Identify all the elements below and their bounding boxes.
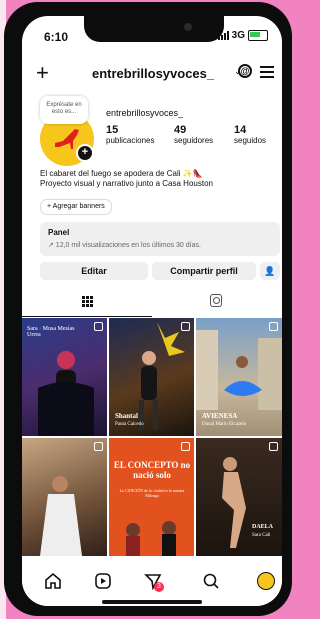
dashboard-panel[interactable]: Panel ↗ 12,0 mil visualizaciones en los …: [40, 222, 280, 256]
reels-icon[interactable]: [94, 572, 112, 590]
carousel-icon: [269, 442, 278, 451]
add-banners-button[interactable]: + Agregar banners: [40, 199, 112, 215]
share-profile-button[interactable]: Compartir perfil: [152, 262, 256, 280]
post-subcaption: Pauta Caicedo: [115, 422, 144, 427]
tab-posts-grid[interactable]: [22, 288, 152, 317]
stat-posts[interactable]: 15 publicaciones: [106, 124, 154, 145]
home-icon[interactable]: [44, 572, 62, 590]
post-image: [40, 476, 82, 556]
grid-icon: [82, 296, 93, 307]
post-thumbnail[interactable]: DAELA Sara Cali: [196, 438, 282, 556]
post-thumbnail[interactable]: EL CONCEPTO no nació solo La CANCIÓN de …: [109, 438, 194, 556]
carousel-icon: [181, 322, 190, 331]
carousel-icon: [181, 442, 190, 451]
home-indicator: [102, 600, 202, 604]
post-image: [222, 457, 246, 548]
camera-icon: [184, 23, 192, 31]
create-post-icon[interactable]: +: [36, 62, 49, 84]
post-caption: Sara · Musa Mesías Urrea: [27, 326, 75, 338]
post-caption: EL CONCEPTO no nació solo: [113, 460, 191, 480]
post-caption: AVIENESA: [202, 412, 238, 420]
add-story-icon[interactable]: +: [76, 144, 94, 162]
post-subcaption: La CANCIÓN de la ciudad es la nuestra Mi…: [119, 488, 185, 498]
profile-name: entrebrillosyvoces_: [106, 108, 184, 118]
edit-profile-button[interactable]: Editar: [40, 262, 148, 280]
post-caption: DAELA: [252, 524, 274, 530]
post-subcaption: Dunal Mario Elcazelo: [202, 422, 247, 427]
post-caption: Shantal: [115, 412, 138, 420]
battery-icon: [248, 30, 268, 41]
post-thumbnail[interactable]: Shantal Pauta Caicedo: [109, 318, 194, 436]
post-thumbnail[interactable]: AVIENESA Dunal Mario Elcazelo: [196, 318, 282, 436]
notification-badge: 3: [154, 582, 164, 592]
profile-avatar-icon[interactable]: [257, 572, 275, 590]
tab-tagged[interactable]: [152, 288, 282, 316]
account-switcher[interactable]: entrebrillosyvoces_: [92, 66, 214, 81]
status-time: 6:10: [44, 30, 69, 44]
stat-following[interactable]: 14 seguidos: [234, 124, 266, 145]
dynamic-island: [84, 16, 224, 42]
carousel-icon: [269, 322, 278, 331]
bio-line: El cabaret del fuego se apodera de Cali …: [40, 169, 203, 178]
status-indicators: 3G: [217, 30, 268, 41]
threads-icon[interactable]: @: [238, 64, 252, 78]
carousel-icon: [94, 322, 103, 331]
profile-tabs: [22, 288, 282, 318]
direct-messages-button[interactable]: 3: [144, 572, 164, 592]
post-thumbnail[interactable]: Sara · Musa Mesías Urrea: [22, 318, 107, 436]
post-subcaption: Sara Cali: [252, 533, 271, 538]
note-bubble[interactable]: Exprésate en esto es...: [40, 96, 88, 124]
stat-followers[interactable]: 49 seguidores: [174, 124, 213, 145]
menu-icon[interactable]: [260, 66, 274, 81]
search-icon[interactable]: [202, 572, 220, 590]
panel-subtitle: ↗ 12,0 mil visualizaciones en los último…: [48, 242, 201, 249]
phone-frame: 6:10 3G + entrebrillosyvoces_ ⌄ @ Exprés…: [4, 2, 292, 616]
bio-line: Proyecto visual y narrativo junto a Casa…: [40, 179, 213, 188]
network-label: 3G: [231, 30, 245, 41]
panel-title: Panel: [48, 228, 70, 237]
post-thumbnail[interactable]: [22, 438, 107, 556]
tagged-person-icon: [210, 294, 222, 307]
profile-header: + entrebrillosyvoces_ ⌄ @: [22, 62, 282, 90]
screen: 6:10 3G + entrebrillosyvoces_ ⌄ @ Exprés…: [22, 16, 282, 606]
bio: El cabaret del fuego se apodera de Cali …: [40, 169, 270, 189]
carousel-icon: [94, 442, 103, 451]
add-person-icon[interactable]: 👤: [260, 262, 280, 280]
